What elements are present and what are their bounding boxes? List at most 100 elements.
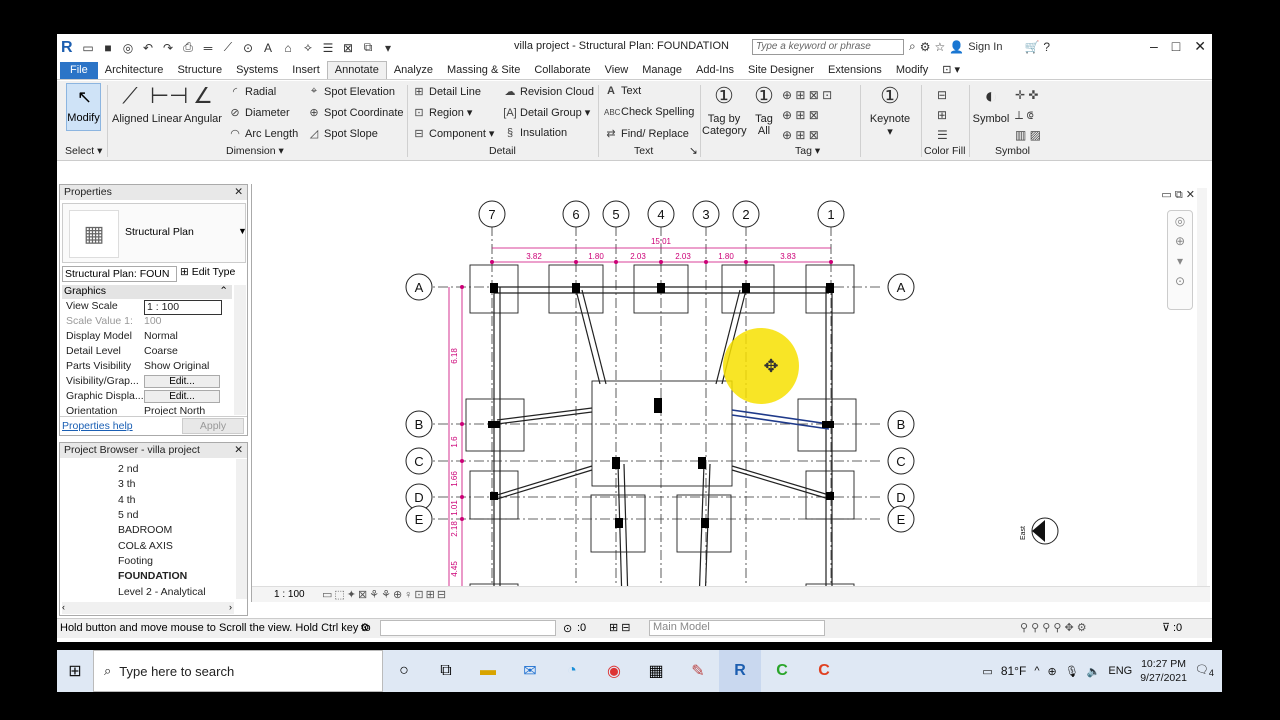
restore-view-icon[interactable]: ⧉ xyxy=(1175,189,1183,201)
prop-value[interactable]: Normal xyxy=(144,330,222,345)
taskbar-search[interactable]: ⌕ Type here to search xyxy=(93,650,383,692)
redo-icon[interactable]: ↷ xyxy=(159,41,177,55)
drawing-canvas[interactable]: 7 6 5 4 3 2 1 A B C D E A B C D E 15.01 … xyxy=(251,184,1210,602)
tab-add-ins[interactable]: Add-Ins xyxy=(689,62,741,79)
graphic-display-edit-button[interactable]: Edit... xyxy=(144,390,220,403)
spot-slope-button[interactable]: ◿ Spot Slope xyxy=(307,127,378,141)
tab-manage[interactable]: Manage xyxy=(635,62,689,79)
tab-insert[interactable]: Insert xyxy=(285,62,327,79)
print-icon[interactable]: ⎙ xyxy=(179,40,197,55)
switch-windows-icon[interactable]: ⧉ xyxy=(359,40,377,55)
tab-analyze[interactable]: Analyze xyxy=(387,62,440,79)
search-input[interactable]: Type a keyword or phrase xyxy=(752,39,904,55)
cortana-icon[interactable]: ○ xyxy=(383,650,425,692)
symbol-button[interactable]: ◐ Symbol xyxy=(971,83,1011,125)
dimension-panel-dropdown[interactable]: Dimension ▾ xyxy=(226,145,284,157)
navigation-bar[interactable]: ◎ ⊕ ▾ ⊙ xyxy=(1167,210,1193,310)
3d-view-icon[interactable]: ⌂ xyxy=(279,41,297,55)
tab-massing-site[interactable]: Massing & Site xyxy=(440,62,527,79)
properties-scrollbar[interactable] xyxy=(234,285,246,415)
browser-item[interactable]: COL& AXIS xyxy=(118,540,173,552)
maximize-icon[interactable]: □ xyxy=(1172,38,1180,55)
tab-view[interactable]: View xyxy=(598,62,636,79)
sync-icon[interactable]: ◎ xyxy=(119,41,137,55)
revit-logo-icon[interactable]: R xyxy=(61,39,75,57)
spot-elevation-button[interactable]: ⌖ Spot Elevation xyxy=(307,85,395,98)
close-icon[interactable]: ✕ xyxy=(234,186,243,199)
modify-button[interactable]: ↖ Modify xyxy=(66,83,101,131)
tag-by-category-button[interactable]: ① Tag by Category xyxy=(702,83,747,137)
help-icon[interactable]: ? xyxy=(1043,40,1050,54)
tab-architecture[interactable]: Architecture xyxy=(98,62,171,79)
tab-file[interactable]: File xyxy=(60,62,98,79)
binoculars-icon[interactable]: ⌕ xyxy=(909,39,916,54)
tag-all-button[interactable]: ① Tag All xyxy=(747,83,781,137)
type-selector[interactable]: ▦ Structural Plan ▼ xyxy=(62,203,247,263)
keynote-button[interactable]: ① Keynote ▾ xyxy=(865,83,915,138)
editable-only-icon[interactable]: ⊙ xyxy=(563,622,572,635)
text-panel-launcher-icon[interactable]: ↘ xyxy=(689,145,698,157)
open-icon[interactable]: ▭ xyxy=(79,41,97,55)
minimize-icon[interactable]: – xyxy=(1150,38,1158,55)
find-replace-button[interactable]: ⇄ Find/ Replace xyxy=(604,127,688,141)
dimension-icon[interactable]: ⟋ xyxy=(219,40,237,55)
region-button[interactable]: ⊡ Region ▾ xyxy=(412,106,472,120)
canvas-vscrollbar[interactable] xyxy=(1197,188,1207,598)
task-view-icon[interactable]: ⧉ xyxy=(425,650,467,692)
prop-value[interactable]: Project North xyxy=(144,405,222,415)
clock[interactable]: 10:27 PM 9/27/2021 xyxy=(1140,657,1187,685)
camtasia-red-icon[interactable]: C xyxy=(803,650,845,692)
browser-hscrollbar[interactable]: ‹ › xyxy=(62,602,234,614)
nav-settings-icon[interactable]: ⊙ xyxy=(1175,274,1185,288)
view-control-icons[interactable]: ▭⬚✦⊠⚘⚘⊕♀⊡⊞⊟ xyxy=(322,588,448,601)
measure-icon[interactable]: ═ xyxy=(199,41,217,55)
ribbon-toggle-icon[interactable]: ⊡ ▾ xyxy=(935,61,967,79)
edge-icon[interactable]: ◔ xyxy=(551,650,593,692)
tab-collaborate[interactable]: Collaborate xyxy=(527,62,597,79)
component-button[interactable]: ⊟ Component ▾ xyxy=(412,127,494,141)
chrome-icon[interactable]: ◉ xyxy=(593,650,635,692)
filter-icon[interactable]: ⊽ xyxy=(1162,621,1170,634)
mail-icon[interactable]: ✉ xyxy=(509,650,551,692)
customize-qat-icon[interactable]: ▾ xyxy=(379,41,397,55)
minimize-view-icon[interactable]: ▭ xyxy=(1161,189,1171,201)
workset-dropdown[interactable] xyxy=(380,620,556,636)
browser-item[interactable]: 4 th xyxy=(118,494,136,506)
browser-item[interactable]: BADROOM xyxy=(118,524,172,536)
apply-button[interactable]: Apply xyxy=(182,418,244,434)
browser-item[interactable]: 3 th xyxy=(118,478,136,490)
prop-value[interactable]: Show Original xyxy=(144,360,222,375)
sign-in-button[interactable]: Sign In xyxy=(968,41,1002,53)
selection-icons[interactable]: ⚲ ⚲ ⚲ ⚲ ✥ ⚙ xyxy=(1020,621,1087,634)
diameter-button[interactable]: ⊘ Diameter xyxy=(228,106,289,120)
microphone-icon[interactable]: 🎙 xyxy=(1065,665,1079,678)
selected-beam[interactable] xyxy=(731,409,830,430)
close-hidden-icon[interactable]: ⊠ xyxy=(339,41,357,55)
calculator-icon[interactable]: ▦ xyxy=(635,650,677,692)
thin-lines-icon[interactable]: ☰ xyxy=(319,41,337,55)
spot-coordinate-button[interactable]: ⊕ Spot Coordinate xyxy=(307,106,403,120)
subscription-icon[interactable]: ⚙ xyxy=(920,40,931,54)
select-dropdown[interactable]: Select ▾ xyxy=(65,145,102,157)
weather-icon[interactable]: ▭ xyxy=(982,665,992,678)
graphics-group-header[interactable]: Graphics ⌃ xyxy=(62,285,232,299)
navigation-wheel-icon[interactable]: ◎ xyxy=(1175,214,1185,228)
tag-icon[interactable]: ⊙ xyxy=(239,41,257,55)
view-scale-label[interactable]: 1 : 100 xyxy=(274,589,305,600)
edit-type-button[interactable]: ⊞ Edit Type xyxy=(180,266,235,278)
view-scale-input[interactable]: 1 : 100 xyxy=(144,300,222,315)
design-options-icon[interactable]: ⊞ ⊟ xyxy=(609,621,631,634)
tab-structure[interactable]: Structure xyxy=(170,62,229,79)
save-icon[interactable]: ■ xyxy=(99,41,117,55)
browser-item-selected[interactable]: FOUNDATION xyxy=(118,570,187,582)
nav-dropdown-icon[interactable]: ▾ xyxy=(1177,254,1183,268)
language-indicator[interactable]: ENG xyxy=(1108,665,1132,677)
elevation-marker[interactable]: East xyxy=(1020,517,1059,545)
instance-selector[interactable]: Structural Plan: FOUN xyxy=(62,266,177,282)
section-icon[interactable]: ⟡ xyxy=(299,40,317,55)
undo-icon[interactable]: ↶ xyxy=(139,41,157,55)
cart-icon[interactable]: 🛒 xyxy=(1024,40,1039,54)
favorites-icon[interactable]: ☆ xyxy=(935,40,946,54)
workset-icon[interactable]: ⚙ xyxy=(360,621,370,634)
browser-item[interactable]: Level 2 - Analytical xyxy=(118,586,206,598)
